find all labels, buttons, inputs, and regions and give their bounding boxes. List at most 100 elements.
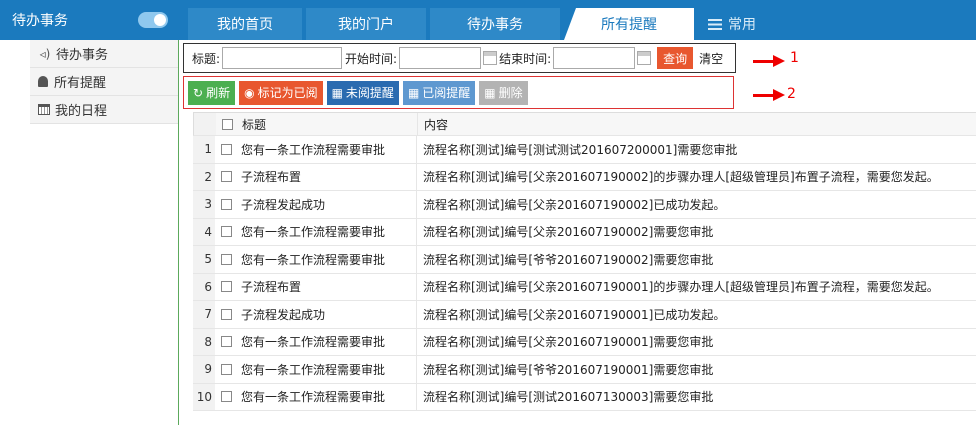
row-content: 流程名称[测试]编号[爷爷201607190002]需要您审批 xyxy=(423,252,714,267)
tab-all-reminders[interactable]: 所有提醒 xyxy=(564,8,694,40)
reminders-table: 标题 内容 1 您有一条工作流程需要审批 流程名称[测试]编号[测试测试201607… xyxy=(193,112,976,411)
end-time-input[interactable] xyxy=(553,47,636,69)
row-checkbox[interactable] xyxy=(220,336,232,348)
sidebar-item-schedule[interactable]: 我的日程 xyxy=(30,96,178,124)
row-number: 9 xyxy=(193,356,215,383)
sidebar-toggle[interactable] xyxy=(138,12,168,28)
read-reminders-button[interactable]: ▦ 已阅提醒 xyxy=(402,80,476,105)
calendar-picker-icon[interactable] xyxy=(637,51,652,65)
table-row[interactable]: 2 子流程布置 流程名称[测试]编号[父亲201607190002]的步骤办理人[超… xyxy=(193,163,976,191)
row-content: 流程名称[测试]编号[测试201607130003]需要您审批 xyxy=(423,390,714,405)
tab-home[interactable]: 我的首页 xyxy=(188,8,302,40)
tab-label: 待办事务 xyxy=(467,17,523,33)
table-row[interactable]: 10 您有一条工作流程需要审批 流程名称[测试]编号[测试201607130003]… xyxy=(193,383,976,411)
row-number: 10 xyxy=(193,383,215,410)
row-title: 您有一条工作流程需要审批 xyxy=(237,328,417,355)
bell-icon xyxy=(38,76,48,87)
tab-todo[interactable]: 待办事务 xyxy=(430,8,560,40)
delete-button[interactable]: ▦ 删除 xyxy=(479,80,528,105)
refresh-button[interactable]: ↻ 刷新 xyxy=(188,80,236,105)
calendar-picker-icon[interactable] xyxy=(483,51,498,65)
column-header-content[interactable]: 内容 xyxy=(418,113,976,135)
pin-icon: ◉ xyxy=(244,85,255,100)
mark-read-label: 标记为已阅 xyxy=(257,86,318,100)
sidebar-item-label: 所有提醒 xyxy=(54,76,107,91)
row-title: 子流程布置 xyxy=(237,163,417,190)
tab-label: 我的门户 xyxy=(338,17,394,33)
unread-label: 未阅提醒 xyxy=(345,86,394,100)
row-checkbox[interactable] xyxy=(220,198,232,210)
start-time-input[interactable] xyxy=(399,47,482,69)
sidebar-item-todo[interactable]: ◃) 待办事务 xyxy=(30,40,178,68)
main-content: 标题: 开始时间: 结束时间: 查询 清空 1 ↻ 刷新 ◉ 标记为已阅 ▦ 未… xyxy=(178,40,976,425)
row-checkbox[interactable] xyxy=(220,391,232,403)
tab-common[interactable]: 常用 xyxy=(708,8,778,40)
row-content: 流程名称[测试]编号[爷爷201607190001]需要您审批 xyxy=(423,362,714,377)
sidebar-item-label: 待办事务 xyxy=(56,48,109,63)
row-checkbox-cell xyxy=(215,136,237,163)
read-label: 已阅提醒 xyxy=(422,86,471,100)
row-number: 4 xyxy=(193,218,215,245)
sidebar-header: 待办事务 xyxy=(0,0,178,40)
table-row[interactable]: 4 您有一条工作流程需要审批 流程名称[测试]编号[父亲201607190002]需… xyxy=(193,218,976,246)
app-frame: 待办事务 ◃) 待办事务 所有提醒 我的日程 我的首页 我的门户 待办事务 所有… xyxy=(0,0,976,425)
title-label: 标题: xyxy=(192,51,221,66)
column-header-title[interactable]: 标题 xyxy=(238,113,418,135)
row-checkbox-cell xyxy=(215,356,237,383)
book-icon: ▦ xyxy=(331,85,343,100)
row-checkbox[interactable] xyxy=(220,363,232,375)
row-checkbox[interactable] xyxy=(220,226,232,238)
row-checkbox[interactable] xyxy=(220,281,232,293)
tab-label: 常用 xyxy=(728,17,756,33)
row-content: 流程名称[测试]编号[测试测试201607200001]需要您审批 xyxy=(423,142,738,157)
refresh-label: 刷新 xyxy=(206,86,231,100)
start-time-label: 开始时间: xyxy=(345,51,398,66)
sidebar-item-label: 我的日程 xyxy=(55,104,108,119)
refresh-icon: ↻ xyxy=(193,85,204,100)
menu-icon xyxy=(708,18,722,30)
end-time-label: 结束时间: xyxy=(499,51,552,66)
table-row[interactable]: 9 您有一条工作流程需要审批 流程名称[测试]编号[爷爷201607190001]需… xyxy=(193,356,976,384)
row-number: 6 xyxy=(193,273,215,300)
row-checkbox[interactable] xyxy=(220,143,232,155)
select-all-checkbox[interactable] xyxy=(221,118,233,130)
row-title: 您有一条工作流程需要审批 xyxy=(237,136,417,163)
table-row[interactable]: 8 您有一条工作流程需要审批 流程名称[测试]编号[父亲201607190001]需… xyxy=(193,328,976,356)
tab-portal[interactable]: 我的门户 xyxy=(306,8,426,40)
row-checkbox[interactable] xyxy=(220,171,232,183)
mark-read-button[interactable]: ◉ 标记为已阅 xyxy=(239,80,323,105)
row-number: 1 xyxy=(193,136,215,163)
sidebar-item-reminders[interactable]: 所有提醒 xyxy=(30,68,178,96)
table-row[interactable]: 6 子流程布置 流程名称[测试]编号[父亲201607190001]的步骤办理人[超… xyxy=(193,273,976,301)
row-checkbox-cell xyxy=(215,219,237,246)
row-checkbox-cell xyxy=(215,329,237,356)
row-checkbox[interactable] xyxy=(220,253,232,265)
delete-label: 删除 xyxy=(498,86,523,100)
row-title: 您有一条工作流程需要审批 xyxy=(237,356,417,383)
unread-reminders-button[interactable]: ▦ 未阅提醒 xyxy=(326,80,399,105)
row-number: 8 xyxy=(193,328,215,355)
row-number: 5 xyxy=(193,246,215,273)
toolbar: ↻ 刷新 ◉ 标记为已阅 ▦ 未阅提醒 ▦ 已阅提醒 ▦ 删除 xyxy=(183,76,734,109)
search-panel: 标题: 开始时间: 结束时间: 查询 清空 xyxy=(183,43,736,73)
title-input[interactable] xyxy=(222,47,343,69)
table-row[interactable]: 7 子流程发起成功 流程名称[测试]编号[父亲201607190001]已成功发起。 xyxy=(193,301,976,329)
table-row[interactable]: 1 您有一条工作流程需要审批 流程名称[测试]编号[测试测试201607200001… xyxy=(193,136,976,164)
table-row[interactable]: 3 子流程发起成功 流程名称[测试]编号[父亲201607190002]已成功发起。 xyxy=(193,191,976,219)
annotation-arrow-2 xyxy=(753,89,785,101)
row-title: 您有一条工作流程需要审批 xyxy=(237,383,417,410)
annotation-arrow-1 xyxy=(753,55,785,67)
speaker-icon: ◃) xyxy=(39,46,51,61)
table-row[interactable]: 5 您有一条工作流程需要审批 流程名称[测试]编号[爷爷201607190002]需… xyxy=(193,246,976,274)
query-button[interactable]: 查询 xyxy=(657,47,694,69)
clear-button[interactable]: 清空 xyxy=(699,50,723,67)
row-checkbox[interactable] xyxy=(220,308,232,320)
tab-bar: 我的首页 我的门户 待办事务 所有提醒 常用 xyxy=(178,0,976,40)
row-content: 流程名称[测试]编号[父亲201607190002]需要您审批 xyxy=(423,225,714,240)
row-title: 您有一条工作流程需要审批 xyxy=(237,218,417,245)
row-number-header xyxy=(194,113,216,135)
row-content: 流程名称[测试]编号[父亲201607190002]的步骤办理人[超级管理员]布… xyxy=(423,170,939,185)
row-content: 流程名称[测试]编号[父亲201607190002]已成功发起。 xyxy=(423,197,726,212)
row-number: 3 xyxy=(193,191,215,218)
row-checkbox-cell xyxy=(215,246,237,273)
